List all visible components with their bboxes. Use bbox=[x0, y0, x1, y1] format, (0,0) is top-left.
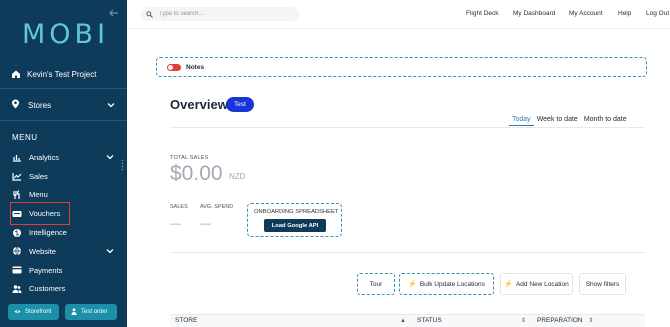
resize-handle-icon[interactable] bbox=[121, 158, 124, 171]
add-new-location-button[interactable]: ⚡ Add New Location bbox=[500, 273, 573, 295]
page-title: Overview bbox=[170, 97, 228, 112]
tour-button[interactable]: Tour bbox=[357, 273, 395, 295]
notes-label: Notes bbox=[186, 63, 205, 71]
chevron-down-icon bbox=[106, 247, 114, 256]
load-google-api-button[interactable]: Load Google API bbox=[264, 219, 326, 232]
column-header-store[interactable]: STORE ▲ bbox=[170, 314, 412, 327]
collapse-sidebar-icon[interactable] bbox=[108, 7, 120, 19]
tour-label: Tour bbox=[369, 280, 383, 288]
ticket-icon bbox=[12, 209, 22, 219]
mobi-logo[interactable]: MOBI bbox=[22, 19, 109, 50]
person-icon bbox=[71, 307, 77, 317]
sidebar-item-intelligence[interactable]: Intelligence bbox=[12, 223, 114, 242]
nav-link-help[interactable]: Help bbox=[618, 10, 631, 17]
tab-month-to-date[interactable]: Month to date bbox=[581, 114, 630, 126]
notes-panel[interactable]: Notes bbox=[156, 57, 647, 77]
stores-label: Stores bbox=[28, 100, 52, 110]
sidebar-item-customers[interactable]: Customers bbox=[12, 280, 114, 299]
sidebar-item-website[interactable]: Website bbox=[12, 242, 114, 261]
project-selector[interactable]: Kevin's Test Project bbox=[11, 69, 96, 79]
section-divider bbox=[170, 252, 645, 253]
tabs-divider bbox=[170, 127, 645, 128]
chevron-down-icon bbox=[106, 153, 114, 162]
table-header: STORE ▲ STATUS ⇕ PREPARATION ⇕ bbox=[170, 314, 645, 327]
column-header-label: PREPARATION bbox=[537, 317, 583, 324]
chevron-down-icon bbox=[107, 101, 115, 110]
sort-icon: ⇕ bbox=[588, 318, 594, 324]
sidebar-item-label: Customers bbox=[29, 284, 66, 294]
menu-heading: MENU bbox=[12, 133, 38, 142]
column-header-preparation[interactable]: PREPARATION ⇕ bbox=[532, 314, 645, 327]
total-sales-label: TOTAL SALES bbox=[170, 155, 209, 161]
sidebar-item-label: Vouchers bbox=[29, 209, 61, 219]
sales-value: — bbox=[170, 218, 181, 230]
users-icon bbox=[12, 284, 22, 294]
test-order-label: Test order bbox=[81, 309, 108, 315]
sidebar-item-label: Sales bbox=[29, 171, 48, 181]
sort-icon: ⇕ bbox=[520, 318, 526, 324]
nav-link-my-dashboard[interactable]: My Dashboard bbox=[513, 10, 555, 17]
bulk-update-label: Bulk Update Locations bbox=[419, 280, 485, 288]
column-header-label: STORE bbox=[175, 317, 198, 324]
eye-icon bbox=[14, 309, 21, 316]
sales-label: SALES bbox=[170, 204, 188, 210]
storefront-button[interactable]: Storefront bbox=[8, 304, 59, 320]
top-bar: Flight Deck My Dashboard My Account Help… bbox=[127, 0, 670, 29]
sidebar-item-sales[interactable]: Sales bbox=[12, 167, 114, 186]
line-chart-icon bbox=[12, 171, 22, 181]
avg-spend-label: AVG. SPEND bbox=[200, 204, 234, 210]
bar-chart-icon bbox=[12, 152, 22, 162]
search-icon bbox=[146, 5, 153, 23]
sidebar-item-label: Analytics bbox=[29, 152, 60, 162]
nav-link-my-account[interactable]: My Account bbox=[569, 10, 603, 17]
brain-icon bbox=[12, 228, 22, 238]
lightning-icon: ⚡ bbox=[504, 281, 513, 288]
test-order-button[interactable]: Test order bbox=[65, 304, 117, 320]
notes-toggle[interactable] bbox=[167, 63, 181, 71]
onboarding-panel: ONBOARDING SPREADSHEET Load Google API bbox=[247, 203, 342, 237]
sidebar-divider bbox=[0, 88, 127, 89]
utensils-icon bbox=[12, 190, 22, 200]
sort-asc-icon: ▲ bbox=[400, 317, 406, 324]
globe-icon bbox=[12, 246, 22, 256]
avg-spend-value: — bbox=[200, 218, 211, 230]
sidebar-item-payments[interactable]: Payments bbox=[12, 261, 114, 280]
tab-week-to-date[interactable]: Week to date bbox=[534, 114, 581, 126]
show-filters-label: Show filters bbox=[585, 280, 620, 288]
show-filters-button[interactable]: Show filters bbox=[579, 273, 626, 295]
lightning-icon: ⚡ bbox=[408, 281, 417, 288]
map-pin-icon bbox=[11, 99, 20, 111]
nav-link-flight-deck[interactable]: Flight Deck bbox=[466, 10, 499, 17]
onboarding-title: ONBOARDING SPREADSHEET bbox=[254, 209, 339, 215]
add-location-label: Add New Location bbox=[515, 280, 569, 288]
column-header-label: STATUS bbox=[417, 317, 442, 324]
sidebar-item-label: Menu bbox=[29, 190, 48, 200]
card-icon bbox=[12, 265, 22, 275]
project-name: Kevin's Test Project bbox=[27, 69, 97, 79]
nav-link-log-out[interactable]: Log Out bbox=[646, 10, 669, 17]
sidebar-item-label: Payments bbox=[29, 265, 63, 275]
sidebar-item-label: Website bbox=[29, 246, 56, 256]
sidebar-item-menu[interactable]: Menu bbox=[12, 186, 114, 205]
sidebar-divider bbox=[0, 120, 127, 121]
tab-today[interactable]: Today bbox=[509, 114, 534, 126]
sidebar-item-analytics[interactable]: Analytics bbox=[12, 148, 114, 167]
sidebar: MOBI Kevin's Test Project Stores MENU An… bbox=[0, 0, 127, 327]
bulk-update-locations-button[interactable]: ⚡ Bulk Update Locations bbox=[399, 273, 494, 295]
sidebar-item-vouchers[interactable]: Vouchers bbox=[10, 202, 70, 226]
test-badge: Test bbox=[226, 97, 254, 112]
column-header-status[interactable]: STATUS ⇕ bbox=[412, 314, 532, 327]
sidebar-bottom-actions: Storefront Test order bbox=[8, 304, 117, 320]
search-input[interactable] bbox=[159, 11, 279, 17]
date-range-tabs: Today Week to date Month to date bbox=[509, 114, 630, 126]
sidebar-item-label: Intelligence bbox=[29, 228, 67, 238]
search-box bbox=[141, 7, 299, 21]
currency-label: NZD bbox=[229, 172, 246, 181]
total-sales-value: $0.00 bbox=[170, 162, 223, 185]
home-icon bbox=[11, 69, 21, 79]
sidebar-nav: Analytics Sales Menu Vouchers Intelligen… bbox=[10, 148, 114, 299]
stores-selector[interactable]: Stores bbox=[11, 99, 115, 111]
storefront-label: Storefront bbox=[25, 309, 52, 315]
